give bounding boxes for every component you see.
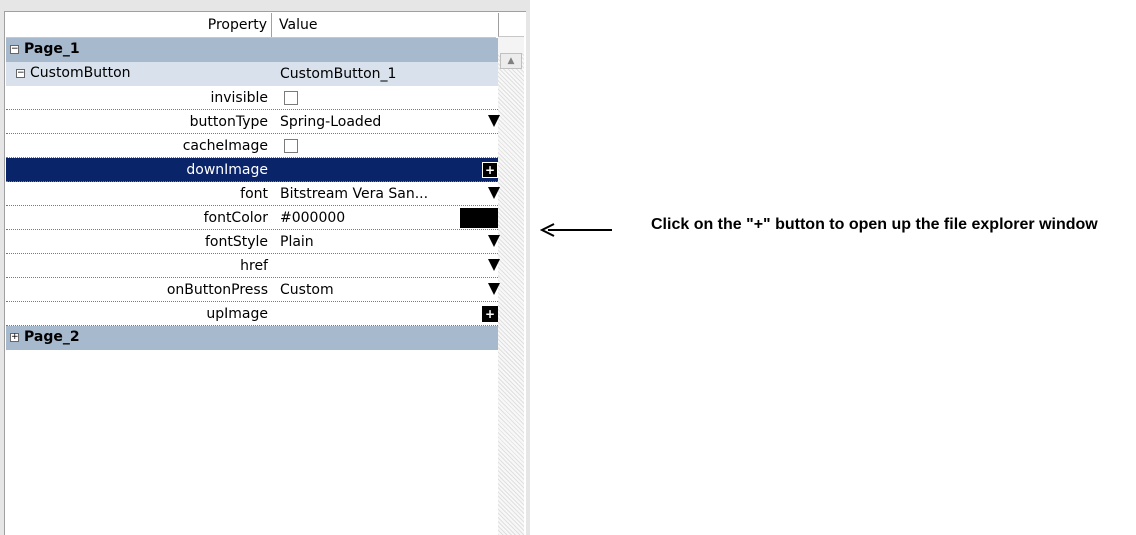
property-row-font[interactable]: font Bitstream Vera San... xyxy=(6,182,500,206)
property-name: downImage xyxy=(186,162,268,178)
dropdown-arrow-icon[interactable] xyxy=(488,115,500,127)
property-row-buttontype[interactable]: buttonType Spring-Loaded xyxy=(6,110,500,134)
group-row-page-1[interactable]: − Page_1 xyxy=(6,38,498,62)
property-name: onButtonPress xyxy=(166,282,268,298)
panel-frame-top xyxy=(0,0,530,11)
table-header: Property Value xyxy=(6,13,496,38)
annotation: Click on the "+" button to open up the f… xyxy=(540,210,1136,280)
property-name: buttonType xyxy=(189,114,268,130)
scroll-up-arrow-icon[interactable]: ▲ xyxy=(500,53,522,69)
property-column-header[interactable]: Property xyxy=(6,13,272,37)
expand-icon[interactable]: + xyxy=(10,333,19,342)
property-name: fontColor xyxy=(203,210,268,226)
invisible-checkbox[interactable] xyxy=(284,91,298,105)
property-rows: − Page_1 − CustomButton CustomButton_1 i… xyxy=(6,38,500,350)
property-value[interactable]: Custom xyxy=(280,278,334,302)
property-name: upImage xyxy=(206,306,268,322)
cacheimage-checkbox[interactable] xyxy=(284,139,298,153)
scrollbar-track[interactable] xyxy=(498,53,524,535)
vertical-scrollbar[interactable]: ▲ xyxy=(498,13,524,535)
property-row-href[interactable]: href xyxy=(6,254,500,278)
add-image-button[interactable]: + xyxy=(482,162,498,178)
property-value[interactable]: Spring-Loaded xyxy=(280,110,381,134)
collapse-icon[interactable]: − xyxy=(10,45,19,54)
property-value[interactable]: Bitstream Vera San... xyxy=(280,182,428,206)
dropdown-arrow-icon[interactable] xyxy=(488,283,500,295)
property-row-cacheimage[interactable]: cacheImage xyxy=(6,134,498,158)
dropdown-arrow-icon[interactable] xyxy=(488,187,500,199)
dropdown-arrow-icon[interactable] xyxy=(488,235,500,247)
arrow-line xyxy=(548,229,612,231)
component-name: CustomButton xyxy=(30,65,131,81)
component-row[interactable]: − CustomButton CustomButton_1 xyxy=(6,62,498,86)
dropdown-arrow-icon[interactable] xyxy=(488,259,500,271)
property-row-onbuttonpress[interactable]: onButtonPress Custom xyxy=(6,278,500,302)
group-row-page-2[interactable]: + Page_2 xyxy=(6,326,498,350)
property-row-upimage[interactable]: upImage + xyxy=(6,302,498,326)
color-swatch[interactable] xyxy=(460,208,498,228)
property-value[interactable]: Plain xyxy=(280,230,314,254)
group-label: Page_2 xyxy=(24,329,80,345)
annotation-text: Click on the "+" button to open up the f… xyxy=(651,216,1098,233)
component-value: CustomButton_1 xyxy=(280,66,397,82)
panel-frame-right xyxy=(526,0,530,535)
add-image-button[interactable]: + xyxy=(482,306,498,322)
group-label: Page_1 xyxy=(24,41,80,57)
collapse-icon[interactable]: − xyxy=(16,69,25,78)
property-name: fontStyle xyxy=(204,234,268,250)
property-row-fontcolor[interactable]: fontColor #000000 xyxy=(6,206,498,230)
property-value[interactable]: #000000 xyxy=(280,206,345,230)
scrollbar-header-corner xyxy=(498,13,524,37)
property-name: cacheImage xyxy=(182,138,268,154)
value-column-header[interactable]: Value xyxy=(276,13,317,37)
property-name: href xyxy=(240,258,268,274)
property-name: font xyxy=(240,186,268,202)
property-row-invisible[interactable]: invisible xyxy=(6,86,498,110)
property-name: invisible xyxy=(210,90,268,106)
property-row-fontstyle[interactable]: fontStyle Plain xyxy=(6,230,500,254)
property-row-downimage[interactable]: downImage + xyxy=(6,158,498,182)
